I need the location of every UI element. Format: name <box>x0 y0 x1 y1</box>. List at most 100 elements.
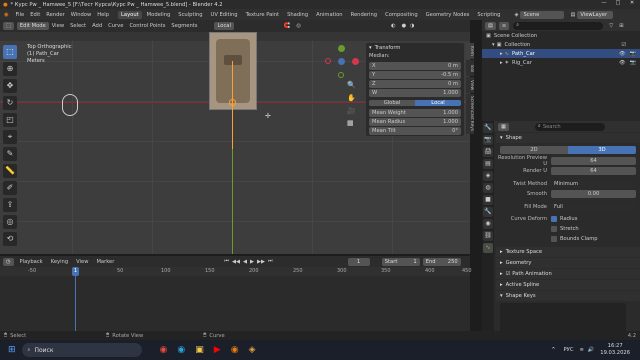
menu-view[interactable]: View <box>52 23 64 29</box>
local-button[interactable]: Local <box>415 100 461 106</box>
play-icon[interactable]: ▶ <box>250 259 254 265</box>
dim-2d-button[interactable]: 2D <box>500 145 568 154</box>
active-spline-panel[interactable]: ▸ Active Spline <box>496 280 640 290</box>
cursor-icon[interactable]: ⊕ <box>3 62 17 76</box>
outliner-row-collection[interactable]: ▾ ▣ Collection ☑ <box>482 40 640 49</box>
editor-type-button[interactable]: ⬚ <box>3 22 14 30</box>
next-key-icon[interactable]: ▶▶ <box>257 259 265 265</box>
youtube-icon[interactable]: ▶ <box>214 345 221 355</box>
ortho-toggle-icon[interactable]: ▦ <box>347 119 354 127</box>
menu-select[interactable]: Select <box>70 23 86 29</box>
menu-control-points[interactable]: Control Points <box>129 23 165 29</box>
play-reverse-icon[interactable]: ◀ <box>243 259 247 265</box>
tab-screencast-keys[interactable]: Screencast Keys <box>466 94 474 134</box>
camera-view-icon[interactable]: 🎥 <box>347 107 356 115</box>
annotate-icon[interactable]: ✎ <box>3 147 17 161</box>
tab-scripting[interactable]: Scripting <box>474 11 503 19</box>
timeline-ruler[interactable]: -50 0 50 100 150 200 250 300 350 400 450 <box>0 267 472 276</box>
expand-arrow-icon[interactable]: ▸ <box>500 51 503 57</box>
median-w-field[interactable]: W 1.000 <box>369 89 461 97</box>
tab-rendering[interactable]: Rendering <box>348 11 381 19</box>
shading-solid-icon[interactable]: ● <box>401 23 406 29</box>
tab-view[interactable]: View <box>466 77 474 93</box>
curve-data-tab-icon[interactable]: ∿ <box>483 243 493 253</box>
expand-arrow-icon[interactable]: ▸ <box>500 60 503 66</box>
mean-radius-field[interactable]: Mean Radius 1.000 <box>369 118 461 126</box>
gizmo-neg-x[interactable] <box>325 58 331 64</box>
geometry-panel[interactable]: ▸ Geometry <box>496 258 640 268</box>
shape-keys-panel[interactable]: ▾ Shape Keys <box>496 291 640 301</box>
draw-icon[interactable]: ✐ <box>3 181 17 195</box>
checkbox-icon[interactable]: ☑ <box>621 42 626 48</box>
median-x-field[interactable]: X 0 m <box>369 62 461 70</box>
app-icon[interactable]: ◈ <box>249 345 256 355</box>
tilt-icon[interactable]: ⟲ <box>3 232 17 246</box>
windows-start-icon[interactable]: ⊞ <box>8 345 16 355</box>
prev-key-icon[interactable]: ◀◀ <box>232 259 240 265</box>
select-box-icon[interactable]: ⬚ <box>3 45 17 59</box>
filter-icon[interactable]: ▽ <box>609 23 613 29</box>
median-z-field[interactable]: Z 0 m <box>369 80 461 88</box>
output-tab-icon[interactable]: 🖨 <box>483 147 493 157</box>
gizmo-neg-y[interactable] <box>338 72 344 78</box>
blender-menu-icon[interactable]: ◉ <box>4 12 9 18</box>
minimize-button[interactable]: — <box>598 0 610 6</box>
fill-mode-select[interactable]: Full <box>551 202 636 211</box>
shape-panel-header[interactable]: ▾ Shape <box>496 133 640 143</box>
menu-edit[interactable]: Edit <box>30 12 40 18</box>
mean-weight-field[interactable]: Mean Weight 1.000 <box>369 109 461 117</box>
twist-method-select[interactable]: Minimum <box>551 179 636 188</box>
shape-keys-list[interactable] <box>500 303 626 333</box>
new-collection-icon[interactable]: ⊞ <box>619 23 623 29</box>
outliner-display-mode[interactable]: ≡ <box>498 21 510 30</box>
pan-icon[interactable]: ✋ <box>347 94 356 102</box>
explorer-icon[interactable]: ▣ <box>195 345 204 355</box>
menu-help[interactable]: Help <box>97 12 109 18</box>
rotate-icon[interactable]: ↻ <box>3 96 17 110</box>
blender-task-icon[interactable]: ◉ <box>231 345 239 355</box>
tab-shading[interactable]: Shading <box>284 11 311 19</box>
menu-window[interactable]: Window <box>71 12 91 18</box>
scene-selector[interactable]: Scene <box>520 10 565 19</box>
transform-header[interactable]: ▾ Transform <box>366 43 464 53</box>
extrude-icon[interactable]: ⇪ <box>3 198 17 212</box>
language-indicator[interactable]: РУС <box>564 347 574 353</box>
resolution-preview-field[interactable]: 64 <box>551 156 636 165</box>
outliner-editor-type[interactable]: ▤ <box>485 21 496 30</box>
tab-layout[interactable]: Layout <box>118 10 142 19</box>
mean-tilt-field[interactable]: Mean Tilt 0° <box>369 127 461 135</box>
timeline-editor-type[interactable]: ◷ <box>3 257 14 266</box>
scale-icon[interactable]: ◰ <box>3 113 17 127</box>
constraint-tab-icon[interactable]: ⛓ <box>483 231 493 241</box>
global-button[interactable]: Global <box>369 100 415 106</box>
area-divider[interactable] <box>474 20 482 331</box>
shading-material-icon[interactable]: ◑ <box>410 23 415 29</box>
outliner-row-scene-collection[interactable]: ▣ Scene Collection <box>482 31 640 40</box>
menu-keying[interactable]: Keying <box>51 259 68 265</box>
gizmo-z-axis[interactable] <box>338 58 345 65</box>
physics-tab-icon[interactable]: ◉ <box>483 219 493 229</box>
tab-geometry-nodes[interactable]: Geometry Nodes <box>423 11 473 19</box>
tool-tab-icon[interactable]: 🔧 <box>483 123 493 133</box>
tab-uv-editing[interactable]: UV Editing <box>208 11 241 19</box>
render-tab-icon[interactable]: 📷 <box>483 135 493 145</box>
outliner-search[interactable]: ⌕ <box>513 21 604 30</box>
camera-visibility-icon[interactable]: 📷 <box>630 51 636 57</box>
properties-editor-type[interactable]: ▦ <box>498 122 509 131</box>
control-point[interactable] <box>229 99 236 106</box>
tab-modeling[interactable]: Modeling <box>144 11 174 19</box>
menu-timeline-view[interactable]: View <box>76 259 88 265</box>
radius-icon[interactable]: ◎ <box>3 215 17 229</box>
measure-icon[interactable]: 📏 <box>3 164 17 178</box>
menu-file[interactable]: File <box>16 12 25 18</box>
zoom-icon[interactable]: 🔍 <box>347 81 356 89</box>
menu-playback[interactable]: Playback <box>20 259 43 265</box>
start-frame-field[interactable]: Start 1 <box>381 257 420 266</box>
smooth-field[interactable]: 0.00 <box>551 189 636 198</box>
checkbox-icon[interactable]: ☑ <box>506 271 511 277</box>
menu-segments[interactable]: Segments <box>171 23 197 29</box>
stretch-checkbox[interactable] <box>551 225 557 232</box>
view-layer-selector[interactable]: ViewLayer <box>577 10 614 19</box>
navigation-gizmo[interactable] <box>325 45 359 79</box>
clock[interactable]: 16:27 19.03.2026 <box>600 343 630 357</box>
